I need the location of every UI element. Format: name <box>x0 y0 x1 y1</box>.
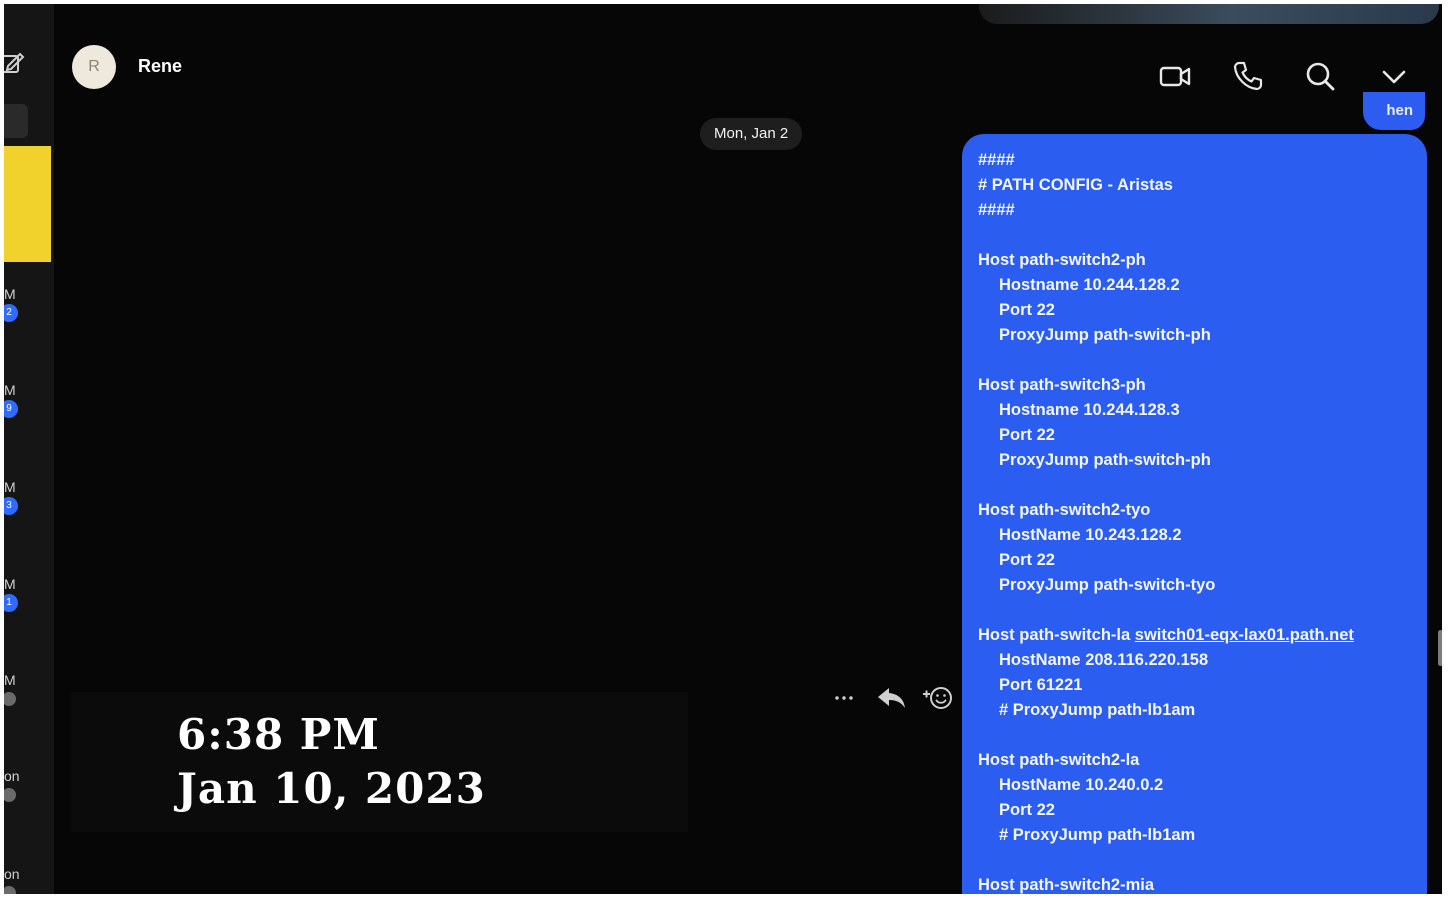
overlay-date: Jan 10, 2023 <box>177 764 486 813</box>
message-line <box>978 848 1354 873</box>
message-line: Port 61221 <box>999 676 1083 694</box>
message-line: # ProxyJump path-lb1am <box>999 826 1196 844</box>
message-line <box>978 223 1354 248</box>
sidebar-conversation-item[interactable]: M3 <box>4 479 34 519</box>
message-line: Hostname 10.244.128.3 <box>999 401 1180 419</box>
message-line: Hostname 10.244.128.2 <box>999 276 1180 294</box>
unread-badge: 1 <box>4 594 18 612</box>
message-text: #### # PATH CONFIG - Aristas #### Host path… <box>978 148 1354 894</box>
sidebar-conversation-item[interactable]: M <box>4 672 34 712</box>
chevron-down-icon[interactable] <box>1376 58 1412 94</box>
sidebar-item-time: M <box>4 286 16 302</box>
previous-message-bubble[interactable]: hen <box>1363 92 1425 130</box>
contact-name[interactable]: Rene <box>138 56 182 77</box>
pinned-conversation[interactable] <box>4 146 51 262</box>
message-line <box>978 473 1354 498</box>
compose-icon[interactable] <box>4 52 26 74</box>
unread-badge: 2 <box>4 304 18 322</box>
video-call-icon[interactable] <box>1158 58 1194 94</box>
message-link[interactable]: switch01-eqx-lax01.path.net <box>1135 626 1354 644</box>
conversation-sidebar: M 2 M 9 M 3 M 1 Mon on <box>4 4 54 894</box>
add-reaction-icon[interactable] <box>920 680 956 716</box>
message-line: Port 22 <box>999 426 1055 444</box>
message-line: Port 22 <box>999 301 1055 319</box>
message-line: Host path-switch3-ph <box>978 376 1146 394</box>
sidebar-conversation-item[interactable]: M9 <box>4 382 34 422</box>
message-line: HostName 10.243.128.2 <box>999 526 1182 544</box>
message-line: #### <box>978 151 1015 169</box>
message-line: Host path-switch-la switch01-eqx-lax01.p… <box>978 626 1354 644</box>
sidebar-item-time: M <box>4 672 16 688</box>
message-line: Host path-switch2-la <box>978 751 1140 769</box>
message-bubble[interactable]: #### # PATH CONFIG - Aristas #### Host path… <box>962 134 1427 894</box>
sidebar-conversation-item[interactable]: M2 <box>4 286 34 326</box>
message-line: HostName 208.116.220.158 <box>999 651 1209 669</box>
scrollbar-thumb[interactable] <box>1438 630 1442 666</box>
message-line <box>978 348 1354 373</box>
message-line <box>978 723 1354 748</box>
status-dot <box>4 886 16 894</box>
message-line: ProxyJump path-switch-tyo <box>999 576 1216 594</box>
sidebar-item-time: M <box>4 576 16 592</box>
sidebar-item-time: on <box>4 768 20 784</box>
sidebar-item-time: M <box>4 479 16 495</box>
message-line: # PATH CONFIG - Aristas <box>978 176 1173 194</box>
message-line: HostName 10.240.0.2 <box>999 776 1164 794</box>
search-icon[interactable] <box>1302 58 1338 94</box>
message-line: Port 22 <box>999 551 1055 569</box>
message-line <box>978 598 1354 623</box>
sidebar-search-field[interactable] <box>4 104 28 138</box>
unread-badge: 3 <box>4 497 18 515</box>
sidebar-item-time: M <box>4 382 16 398</box>
sidebar-conversation-item[interactable]: M1 <box>4 576 34 616</box>
sidebar-conversation-item[interactable]: on <box>4 866 34 894</box>
overlay-time: 6:38 PM <box>177 710 380 759</box>
message-line: Host path-switch2-tyo <box>978 501 1151 519</box>
date-separator: Mon, Jan 2 <box>700 118 803 150</box>
more-icon[interactable] <box>830 680 860 716</box>
previous-message-text: hen <box>1386 102 1413 119</box>
message-line: # ProxyJump path-lb1am <box>999 701 1196 719</box>
window-top-edge <box>979 4 1439 24</box>
message-line: #### <box>978 201 1015 219</box>
status-dot <box>4 692 16 706</box>
message-line: Host path-switch2-ph <box>978 251 1146 269</box>
message-line: ProxyJump path-switch-ph <box>999 451 1211 469</box>
status-dot <box>4 788 16 802</box>
sidebar-item-time: on <box>4 866 20 882</box>
avatar[interactable]: R <box>72 45 116 89</box>
reply-icon[interactable] <box>874 680 910 716</box>
message-line: ProxyJump path-switch-ph <box>999 326 1211 344</box>
message-actions <box>826 680 956 716</box>
phone-call-icon[interactable] <box>1230 58 1266 94</box>
message-line: Port 22 <box>999 801 1055 819</box>
timestamp-overlay: 6:38 PM Jan 10, 2023 <box>70 692 688 832</box>
message-line: Host path-switch2-mia <box>978 876 1155 894</box>
sidebar-conversation-item[interactable]: on <box>4 768 34 808</box>
app-window: M 2 M 9 M 3 M 1 Mon on R Rene Mon, Jan 2 hen ####… <box>4 4 1442 894</box>
unread-badge: 9 <box>4 400 18 418</box>
